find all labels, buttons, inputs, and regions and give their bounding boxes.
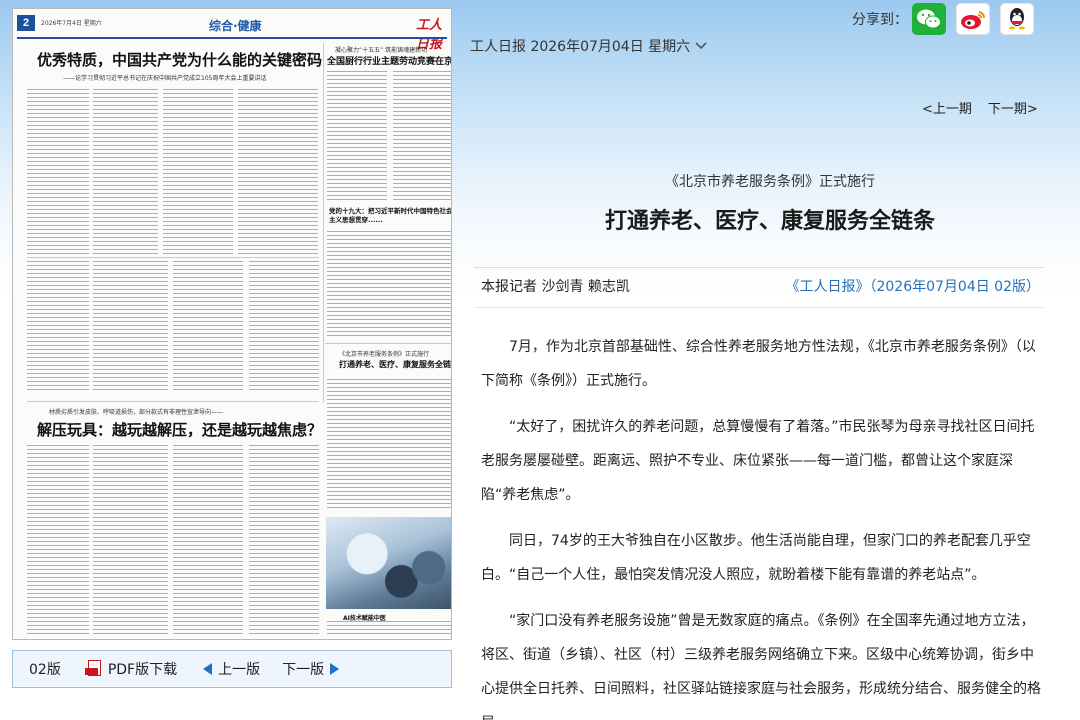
paper-text-column [93,89,158,254]
paper-ai-photo [326,517,451,609]
article-kicker: 《北京市养老服务条例》正式施行 [665,174,875,190]
paper-text-column [327,71,387,201]
arrow-right-icon [330,663,340,675]
share-weibo-button[interactable] [956,3,990,35]
article-paragraph: “太好了，困扰许久的养老问题，总算慢慢有了着落。”市民张琴为母亲寻找社区日间托老… [481,419,1035,503]
weibo-icon [961,11,986,29]
paper-page-nav: 02版 PDF版下载 上一版 下一版 [12,650,452,688]
paper-section-title: 综合·健康 [209,19,262,33]
page-number-text: 02版 [29,662,61,678]
paper-text-column [249,261,319,391]
paper-text-column [27,445,89,635]
article-paragraph: 同日，74岁的王大爷独自在小区散步。他生活尚能自理，但家门口的养老配套几乎空白。… [481,533,1031,583]
paper-divider [27,401,319,402]
paper-divider [325,343,451,344]
paper-text-column [393,71,451,201]
paper-masthead-rule [17,37,447,39]
wechat-icon [917,9,941,29]
paper-text-column [93,261,168,391]
paper-date-line: 2026年7月4日 星期六 [41,20,102,27]
paper-article-headline: 打通养老、医疗、康复服务全链条 [339,360,452,369]
paper-article-kicker: 《北京市养老服务条例》正式施行 [339,351,430,358]
paper-text-column [327,379,451,509]
paper-text-column [173,261,243,391]
article-source-link[interactable]: 《工人日报》（2026年07月04日 02版） [785,276,1040,296]
article-paragraph: 7月，作为北京首部基础性、综合性养老服务地方性法规，《北京市养老服务条例》（以下… [481,339,1036,389]
paper-text-column [327,621,451,637]
paper-text-column [173,445,243,635]
paper-lower-headline: 解压玩具：越玩越解压，还是越玩越焦虑？ [37,421,323,439]
paper-text-column [27,89,89,254]
paper-lead-headline: 优秀特质，中国共产党为什么能的关键密码 [37,51,323,69]
share-wechat-button[interactable] [912,3,946,35]
pdf-icon [84,660,102,678]
article-title: 打通养老、医疗、康复服务全链条 [604,209,935,234]
pdf-download-link[interactable]: PDF版下载 [84,659,178,679]
article-body: 7月，作为北京首部基础性、综合性养老服务地方性法规，《北京市养老服务条例》（以下… [481,330,1041,720]
arrow-left-icon [203,663,213,675]
paper-lower-kicker: 材质劣质引发皮肤、呼吸道损伤，部分款式有非理性宣泄导向—— [49,409,224,416]
share-label: 分享到： [852,12,908,28]
paper-text-column [27,261,89,391]
chevron-down-icon [695,42,707,50]
issue-nav: <上一期 下一期> [922,98,1038,117]
next-page-link[interactable]: 下一版 [282,659,340,679]
issue-date-label: 工人日报 2026年07月04日 星期六 [470,39,691,55]
issue-date-selector[interactable]: 工人日报 2026年07月04日 星期六 [470,36,708,56]
paper-text-column [249,445,319,635]
paper-text-column [327,231,451,336]
prev-issue-link[interactable]: <上一期 [922,98,972,117]
newspaper-page: 2 2026年7月4日 星期六 综合·健康 工人日报 优秀特质，中国共产党为什么… [13,9,451,639]
page-number-label: 02版 [29,659,61,679]
article-meta-divider [474,267,1044,268]
paper-lead-subtitle: ——论学习贯彻习近平总书记在庆祝中国共产党成立105周年大会上重要讲话 [63,75,267,82]
paper-text-column [238,89,318,254]
paper-text-column [163,89,233,254]
pdf-download-label: PDF版下载 [107,662,178,678]
paper-right-headline: 全国厨行行业主题劳动竞赛在京启动 [327,57,452,67]
paper-divider [27,257,319,258]
paper-column-divider [323,43,324,403]
share-qq-button[interactable] [1000,3,1034,35]
prev-page-link[interactable]: 上一版 [203,659,260,679]
next-page-label: 下一版 [282,662,325,678]
newspaper-page-image[interactable]: 2 2026年7月4日 星期六 综合·健康 工人日报 优秀特质，中国共产党为什么… [12,8,452,640]
article-author: 本报记者 沙剑青 赖志凯 [481,279,630,295]
next-issue-link[interactable]: 下一期> [988,98,1038,117]
article-paragraph: “家门口没有养老服务设施”曾是无数家庭的痛点。《条例》在全国率先通过地方立法，将… [481,613,1041,720]
qq-icon [1009,8,1025,30]
paper-mid-headline: 党的十九大：把习近平新时代中国特色社会主义思想贯穿...... [329,207,452,224]
paper-right-kicker: 凝心聚力“十五五” 筑能铸魂建新功 [335,47,428,54]
article-meta-divider [474,307,1044,308]
paper-page-number: 2 [17,15,35,31]
prev-page-label: 上一版 [218,662,261,678]
paper-text-column [93,445,168,635]
